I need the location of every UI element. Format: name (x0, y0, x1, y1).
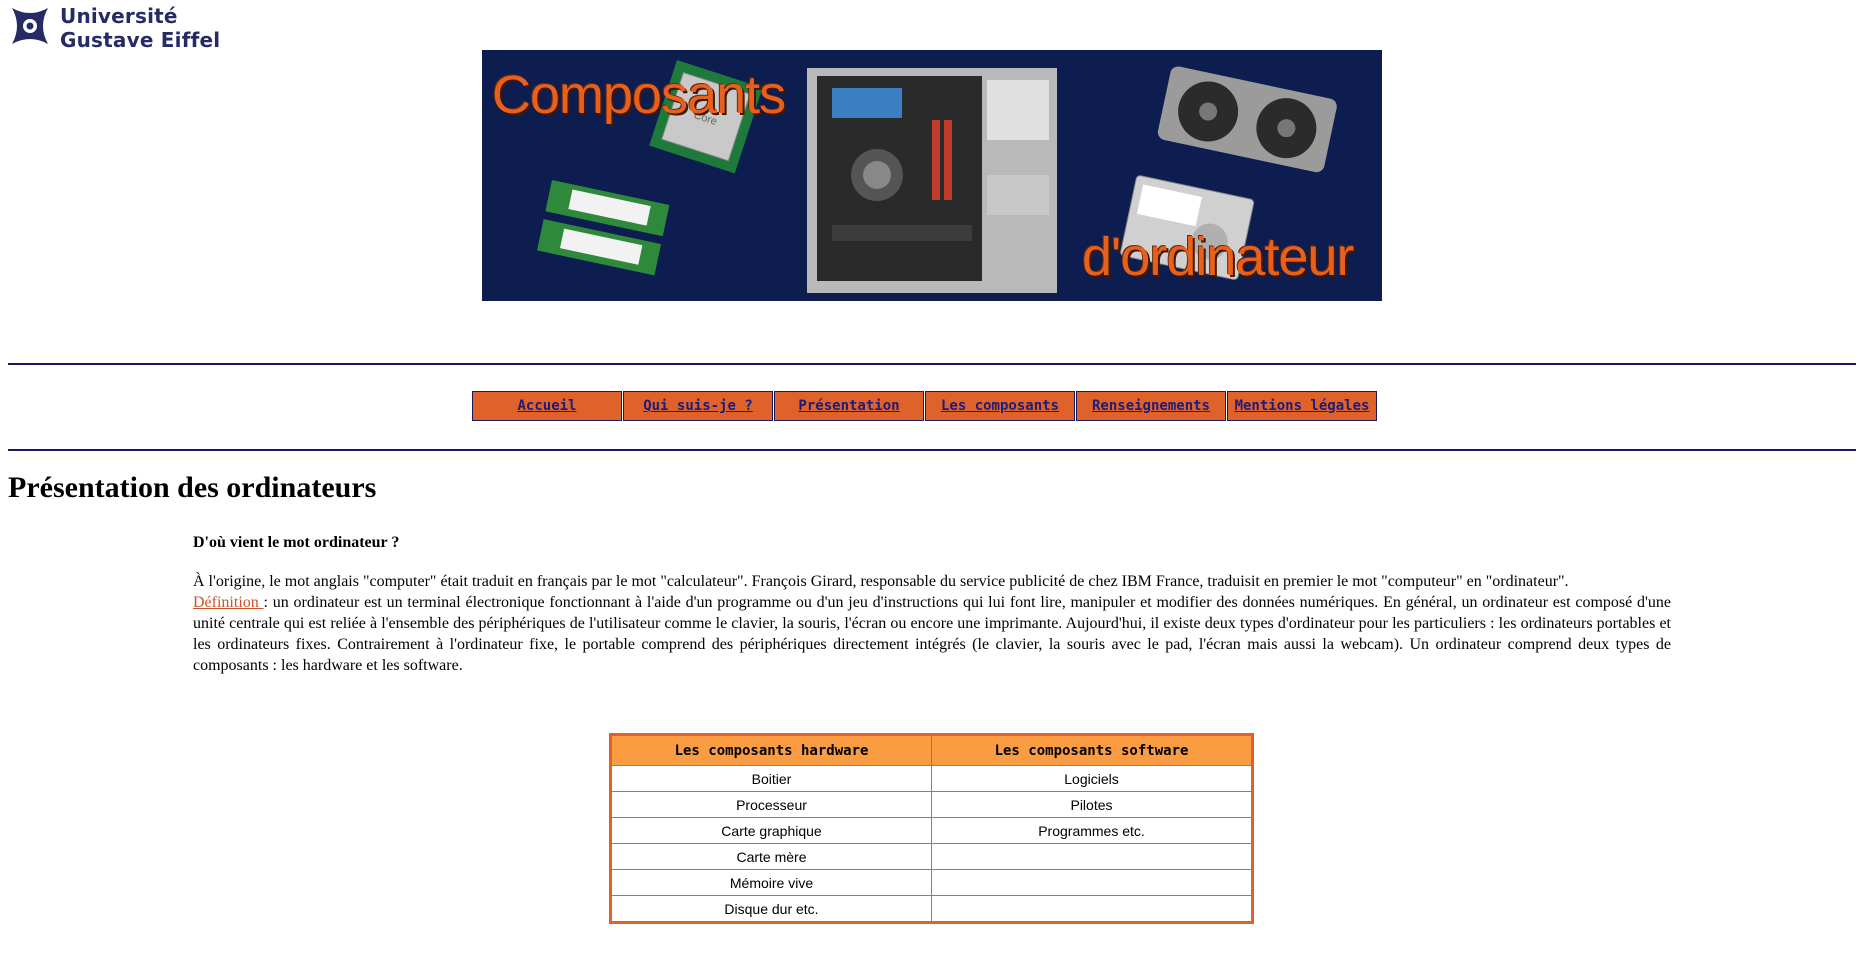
table-header-row: Les composants hardware Les composants s… (610, 734, 1253, 766)
nav-item-renseignements[interactable]: Renseignements (1076, 391, 1226, 421)
ram-icon (537, 180, 670, 276)
header-banner: Core Composants d'ordinateur (482, 50, 1382, 301)
table-row: Disque dur etc. (610, 895, 1253, 923)
nav-link-renseignements[interactable]: Renseignements (1092, 398, 1210, 414)
table-header-hardware: Les composants hardware (610, 734, 932, 766)
table-cell (931, 895, 1253, 923)
page-title: Présentation des ordinateurs (8, 471, 377, 504)
separator-bottom (8, 449, 1856, 451)
banner-title-left: Composants (492, 65, 786, 125)
definition-text: : un ordinateur est un terminal électron… (193, 594, 1672, 674)
nav-item-accueil[interactable]: Accueil (472, 391, 622, 421)
table-row: Mémoire vive (610, 869, 1253, 896)
table-cell: Boitier (610, 765, 932, 792)
main-content: D'où vient le mot ordinateur ? À l'origi… (193, 532, 1671, 676)
components-table: Les composants hardware Les composants s… (609, 733, 1254, 924)
pc-case-icon (807, 68, 1057, 293)
gpu-icon (1157, 66, 1337, 173)
logo-line-2: Gustave Eiffel (60, 28, 221, 52)
table-cell: Programmes etc. (931, 817, 1253, 844)
table-header-software: Les composants software (931, 734, 1253, 766)
table-cell: Disque dur etc. (610, 895, 932, 923)
table-cell: Carte graphique (610, 817, 932, 844)
table-row: Carte mère (610, 843, 1253, 870)
banner-title-right: d'ordinateur (1082, 227, 1354, 287)
section-subtitle: D'où vient le mot ordinateur ? (193, 534, 400, 551)
table-cell: Processeur (610, 791, 932, 818)
table-cell (931, 843, 1253, 870)
nav-link-accueil[interactable]: Accueil (517, 398, 576, 414)
table-cell: Carte mère (610, 843, 932, 870)
origin-paragraph: À l'origine, le mot anglais "computer" é… (193, 573, 1569, 590)
logo-line-1: Université (60, 4, 178, 28)
definition-paragraph: Définition : un ordinateur est un termin… (193, 592, 1671, 676)
nav-item-les-composants[interactable]: Les composants (925, 391, 1075, 421)
main-nav: Accueil Qui suis-je ? Présentation Les c… (472, 391, 1378, 421)
table-row: Carte graphique Programmes etc. (610, 817, 1253, 844)
definition-link[interactable]: Définition (193, 594, 264, 611)
nav-item-qui-suis-je[interactable]: Qui suis-je ? (623, 391, 773, 421)
table-row: Boitier Logiciels (610, 765, 1253, 792)
table-cell: Mémoire vive (610, 869, 932, 896)
university-logo[interactable]: Université Gustave Eiffel (8, 4, 220, 52)
separator-top (8, 363, 1856, 365)
logo-mark-icon (12, 8, 48, 44)
nav-link-qui-suis-je[interactable]: Qui suis-je ? (643, 398, 753, 414)
table-cell: Pilotes (931, 791, 1253, 818)
table-cell: Logiciels (931, 765, 1253, 792)
nav-item-presentation[interactable]: Présentation (774, 391, 924, 421)
nav-link-les-composants[interactable]: Les composants (941, 398, 1059, 414)
table-row: Processeur Pilotes (610, 791, 1253, 818)
logo-text: Université Gustave Eiffel (60, 4, 220, 52)
table-cell (931, 869, 1253, 896)
nav-link-mentions-legales[interactable]: Mentions légales (1235, 398, 1370, 414)
nav-item-mentions-legales[interactable]: Mentions légales (1227, 391, 1377, 421)
nav-link-presentation[interactable]: Présentation (798, 398, 899, 414)
